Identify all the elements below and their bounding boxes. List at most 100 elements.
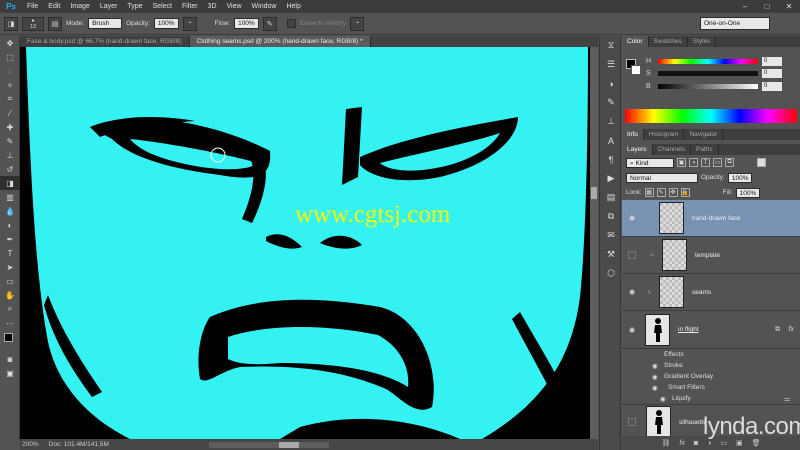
lasso-tool-icon[interactable]: ◌ <box>0 64 20 78</box>
menu-help[interactable]: Help <box>281 0 305 13</box>
brightness-slider[interactable] <box>658 84 758 89</box>
lock-image-icon[interactable]: ✎ <box>656 188 666 197</box>
effects-header[interactable]: Effects <box>622 349 800 360</box>
filter-shape-icon[interactable]: ▭ <box>713 158 722 167</box>
filter-toggle-icon[interactable] <box>757 158 766 167</box>
hand-tool-icon[interactable]: ✋ <box>0 288 20 302</box>
brush-size-picker[interactable]: ● 13 <box>22 16 44 31</box>
saturation-slider[interactable] <box>658 71 758 76</box>
paragraph-panel-icon[interactable]: ¶ <box>600 150 622 169</box>
move-tool-icon[interactable]: ✥ <box>0 36 20 50</box>
clone-stamp-tool-icon[interactable]: ⊥ <box>0 148 20 162</box>
add-style-icon[interactable]: fx <box>679 440 684 447</box>
effect-gradient-overlay[interactable]: ◉ Gradient Overlay <box>622 371 800 382</box>
tab-clothing-seams[interactable]: Clothing seams.psd @ 200% (hand-drawn fa… <box>189 36 371 47</box>
healing-brush-tool-icon[interactable]: ✚ <box>0 120 20 134</box>
path-select-tool-icon[interactable]: ➤ <box>0 260 20 274</box>
menu-type[interactable]: Type <box>122 0 147 13</box>
timeline-icon[interactable]: ⧉ <box>600 207 622 226</box>
eyedropper-tool-icon[interactable]: ⁄ <box>0 106 20 120</box>
foreground-color-icon[interactable] <box>4 333 13 342</box>
menu-filter[interactable]: Filter <box>177 0 203 13</box>
pressure-opacity-icon[interactable]: ◔ <box>182 16 197 31</box>
smart-filter-eye-icon[interactable]: ◉ <box>652 384 668 392</box>
tool-presets-icon[interactable]: ⚒ <box>600 245 622 264</box>
tab-styles[interactable]: Styles <box>688 36 717 47</box>
adjustments-panel-icon[interactable]: ◑ <box>600 74 622 93</box>
link-layers-icon[interactable]: ⛓ <box>662 439 671 447</box>
kind-filter-select[interactable]: ⌕ Kind <box>626 157 674 168</box>
quick-mask-icon[interactable]: ◙ <box>0 352 20 366</box>
brush-tool-icon[interactable]: ✎ <box>0 134 20 148</box>
screen-mode-icon[interactable]: ▣ <box>0 366 20 380</box>
smart-filters-header[interactable]: ◉ Smart Filters <box>622 382 800 393</box>
pressure-size-icon[interactable]: ◔ <box>349 16 364 31</box>
effect-eye-icon[interactable]: ◉ <box>652 362 664 370</box>
3d-panel-icon[interactable]: ⬡ <box>600 264 622 283</box>
color-swatches[interactable] <box>0 330 20 352</box>
eraser-tool-icon[interactable]: ◨ <box>0 176 20 190</box>
menu-image[interactable]: Image <box>65 0 94 13</box>
actions-panel-icon[interactable]: ▶ <box>600 169 622 188</box>
filter-eye-icon[interactable]: ◉ <box>660 395 672 403</box>
pen-tool-icon[interactable]: ✒ <box>0 232 20 246</box>
menu-file[interactable]: File <box>22 0 43 13</box>
visibility-off-box[interactable] <box>628 418 636 426</box>
brush-presets-icon[interactable]: ✎ <box>600 93 622 112</box>
layer-template[interactable]: ↳ template <box>622 237 800 274</box>
dodge-tool-icon[interactable]: ◐ <box>0 218 20 232</box>
layer-name[interactable]: template <box>695 252 720 259</box>
crop-tool-icon[interactable]: ⌗ <box>0 92 20 106</box>
vertical-scroll-thumb[interactable] <box>591 187 597 199</box>
effect-eye-icon[interactable]: ◉ <box>652 373 664 381</box>
smart-filter-liquify[interactable]: ◉ Liquify ⚌ <box>622 393 800 404</box>
vertical-scrollbar[interactable] <box>590 47 598 439</box>
brightness-input[interactable]: 0 <box>762 82 782 91</box>
flow-input[interactable]: 100% <box>234 18 259 29</box>
menu-window[interactable]: Window <box>247 0 282 13</box>
layer-name[interactable]: seams <box>692 289 711 296</box>
brush-panel-icon[interactable]: ▤ <box>48 16 62 31</box>
character-panel-icon[interactable]: A <box>600 131 622 150</box>
eraser-tool-preset-icon[interactable]: ◨ <box>4 16 18 31</box>
hue-input[interactable]: 0 <box>762 56 782 66</box>
filter-smart-icon[interactable]: ⧉ <box>725 158 734 167</box>
filter-adjust-icon[interactable]: ◑ <box>689 158 698 167</box>
bg-color-swatch[interactable] <box>631 65 641 75</box>
layer-name[interactable]: in flight <box>678 326 699 333</box>
zoom-level[interactable]: 200% <box>22 441 39 448</box>
filter-type-icon[interactable]: T <box>701 158 710 167</box>
history-panel-icon[interactable]: ⧖ <box>600 36 622 55</box>
horizontal-scroll-thumb[interactable] <box>278 441 299 448</box>
close-button[interactable]: ✕ <box>778 0 800 13</box>
fill-input[interactable]: 100% <box>735 187 761 198</box>
filter-pixel-icon[interactable]: ▣ <box>677 158 686 167</box>
layer-seams[interactable]: ◉ ↳ seams <box>622 274 800 311</box>
maximize-button[interactable]: □ <box>756 0 778 13</box>
tab-paths[interactable]: Paths <box>691 144 719 155</box>
effect-stroke[interactable]: ◉ Stroke <box>622 360 800 371</box>
color-spectrum-ramp[interactable] <box>625 109 797 123</box>
add-mask-icon[interactable]: ◙ <box>694 440 698 447</box>
filter-options-icon[interactable]: ⚌ <box>784 395 790 403</box>
opacity-input[interactable]: 100% <box>153 18 179 29</box>
menu-layer[interactable]: Layer <box>95 0 123 13</box>
gradient-tool-icon[interactable]: ▥ <box>0 190 20 204</box>
horizontal-scrollbar[interactable] <box>208 441 329 448</box>
menu-edit[interactable]: Edit <box>43 0 65 13</box>
workspace-select[interactable]: One-on-One <box>700 17 770 30</box>
notes-icon[interactable]: ✉ <box>600 226 622 245</box>
layer-hand-drawn-face[interactable]: ◉ ↳ hand-drawn face <box>622 200 800 237</box>
layer-name[interactable]: hand-drawn face <box>692 215 740 222</box>
tab-navigator[interactable]: Navigator <box>684 129 724 140</box>
lock-position-icon[interactable]: ✥ <box>668 188 678 197</box>
tab-layers[interactable]: Layers <box>622 144 653 155</box>
fx-icon[interactable]: fx <box>789 326 794 333</box>
lock-all-icon[interactable]: 🔒 <box>680 188 690 197</box>
minimize-button[interactable]: – <box>734 0 756 13</box>
erase-history-checkbox[interactable] <box>286 19 296 28</box>
visibility-eye-icon[interactable]: ◉ <box>625 323 639 337</box>
airbrush-icon[interactable]: ✎ <box>262 16 277 31</box>
mode-select[interactable]: Brush <box>88 18 123 29</box>
history-brush-tool-icon[interactable]: ↺ <box>0 162 20 176</box>
